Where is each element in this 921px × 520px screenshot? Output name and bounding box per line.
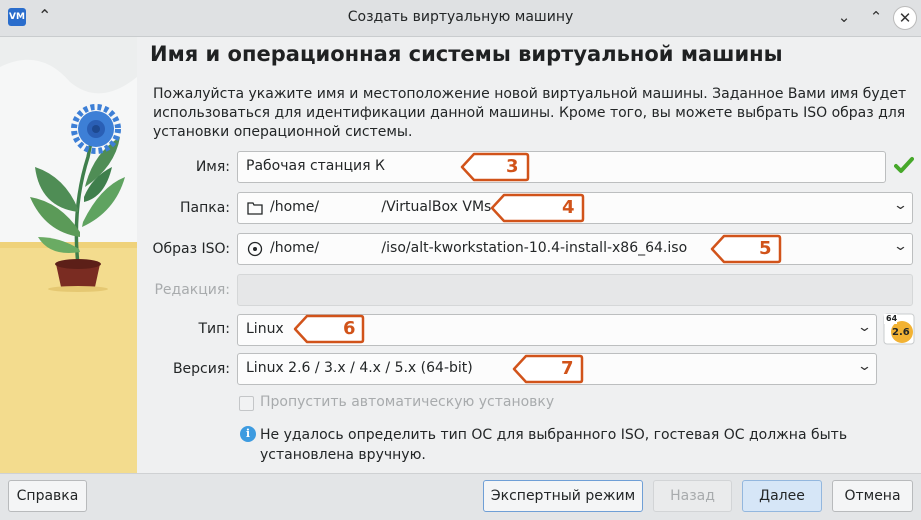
next-button[interactable]: Далее xyxy=(742,480,822,512)
callout-3-number: 3 xyxy=(506,156,519,177)
iso-combobox[interactable]: /home/ /iso/alt-kworkstation-10.4-instal… xyxy=(237,233,913,265)
os-type-icon: 64 2.6 xyxy=(883,313,915,345)
callout-4: 4 xyxy=(490,193,585,223)
page-title: Имя и операционная системы виртуальной м… xyxy=(150,42,783,66)
callout-7: 7 xyxy=(512,354,584,384)
disc-icon xyxy=(247,241,263,257)
window-title: Создать виртуальную машину xyxy=(347,9,574,25)
callout-4-number: 4 xyxy=(562,197,575,218)
callout-6: 6 xyxy=(293,314,365,344)
iso-path: /home/ /iso/alt-kworkstation-10.4-instal… xyxy=(270,240,688,256)
callout-6-number: 6 xyxy=(343,318,356,339)
callout-3: 3 xyxy=(460,152,530,182)
maximize-button[interactable]: ⌃ xyxy=(864,5,888,29)
badge-version-label: 2.6 xyxy=(892,327,910,338)
page-description: Пожалуйста укажите имя и местоположение … xyxy=(153,86,907,140)
folder-path: /home/ /VirtualBox VMs xyxy=(270,199,492,215)
badge-64-label: 64 xyxy=(886,314,898,323)
type-label: Тип: xyxy=(198,321,230,337)
iso-label: Образ ISO: xyxy=(152,241,230,257)
back-button[interactable]: Назад xyxy=(653,480,732,512)
skip-unattended-checkbox[interactable] xyxy=(239,396,254,411)
close-button[interactable]: ✕ xyxy=(893,6,917,30)
info-icon: i xyxy=(240,426,256,442)
help-button[interactable]: Справка xyxy=(8,480,87,512)
edition-combobox[interactable] xyxy=(237,274,913,306)
minimize-button[interactable]: ⌄ xyxy=(832,5,856,29)
check-icon xyxy=(894,157,914,173)
name-input[interactable]: Рабочая станция К xyxy=(237,151,886,183)
callout-5: 5 xyxy=(710,234,782,264)
chevron-down-icon[interactable]: ⌄ xyxy=(893,239,908,254)
chevron-down-icon[interactable]: ⌄ xyxy=(857,359,872,374)
edition-label: Редакция: xyxy=(154,282,230,298)
version-label: Версия: xyxy=(172,361,230,377)
name-label: Имя: xyxy=(195,159,230,175)
chevron-down-icon[interactable]: ⌄ xyxy=(857,320,872,335)
title-bar: VM ⌃ Создать виртуальную машину ⌄ ⌃ ✕ xyxy=(0,0,921,37)
name-input-value: Рабочая станция К xyxy=(246,158,385,174)
type-value: Linux xyxy=(246,321,284,337)
folder-icon xyxy=(247,202,263,215)
callout-7-number: 7 xyxy=(561,358,574,379)
callout-5-number: 5 xyxy=(759,238,772,259)
cancel-button[interactable]: Отмена xyxy=(832,480,913,512)
version-value: Linux 2.6 / 3.x / 4.x / 5.x (64-bit) xyxy=(246,360,473,376)
chevron-down-icon[interactable]: ⌄ xyxy=(893,198,908,213)
folder-label: Папка: xyxy=(179,200,230,216)
skip-unattended-label: Пропустить автоматическую установку xyxy=(260,394,555,410)
expert-mode-button[interactable]: Экспертный режим xyxy=(483,480,643,512)
info-message: Не удалось определить тип ОС для выбранн… xyxy=(260,427,848,463)
